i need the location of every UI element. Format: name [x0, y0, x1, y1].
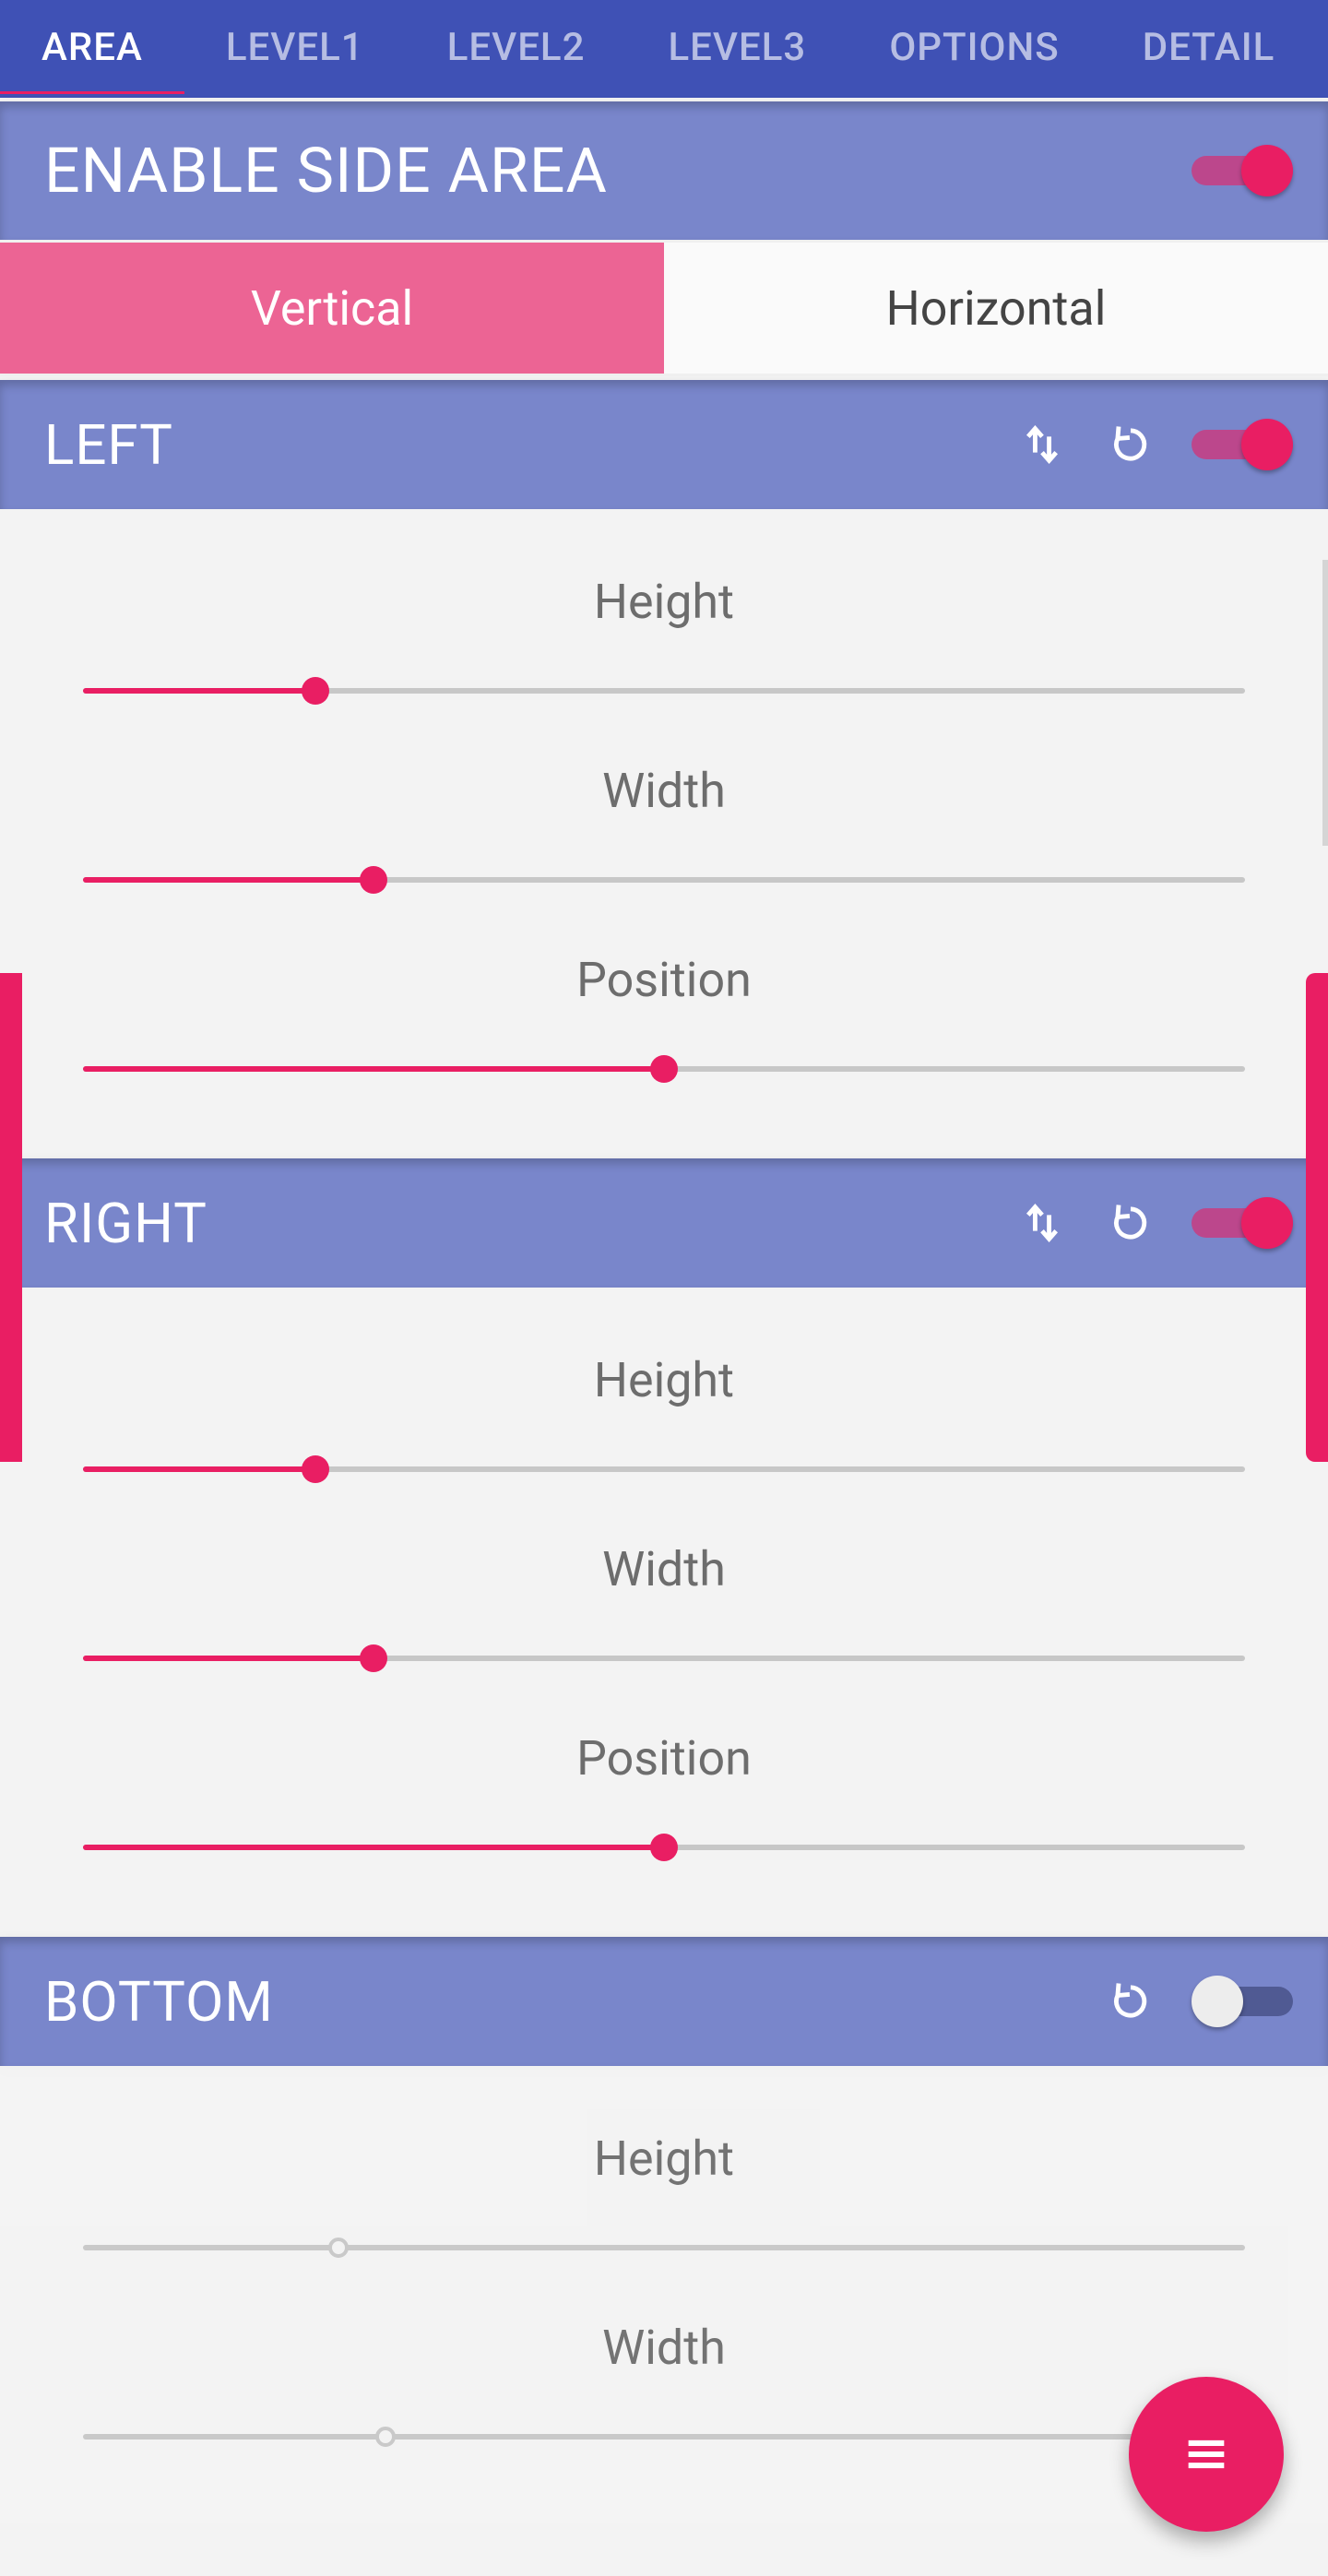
left-position-slider[interactable] — [83, 1052, 1245, 1086]
right-width-label: Width — [83, 1541, 1245, 1597]
orientation-horizontal[interactable]: Horizontal — [664, 243, 1328, 374]
right-position-slider[interactable] — [83, 1831, 1245, 1864]
tab-detail[interactable]: DETAIL — [1101, 0, 1317, 94]
left-position-block: Position — [0, 924, 1328, 1113]
right-width-slider[interactable] — [83, 1642, 1245, 1675]
bottom-toggle[interactable] — [1192, 1976, 1293, 2027]
left-position-label: Position — [83, 952, 1245, 1008]
left-width-label: Width — [83, 763, 1245, 819]
tab-area[interactable]: AREA — [0, 0, 184, 94]
bottom-height-block: Height — [0, 2103, 1328, 2292]
bottom-section-bar: BOTTOM — [0, 1937, 1328, 2066]
left-section-bar: LEFT — [0, 380, 1328, 509]
right-toggle[interactable] — [1192, 1197, 1293, 1249]
scroll-track — [1322, 560, 1328, 846]
right-swap-icon[interactable] — [998, 1179, 1086, 1267]
left-toggle[interactable] — [1192, 419, 1293, 470]
menu-icon — [1180, 2428, 1233, 2481]
bottom-width-label: Width — [83, 2320, 1245, 2376]
left-height-label: Height — [83, 574, 1245, 630]
bottom-height-slider — [83, 2231, 1245, 2264]
tab-level3[interactable]: LEVEL3 — [627, 0, 848, 94]
orientation-vertical[interactable]: Vertical — [0, 243, 664, 374]
left-width-slider[interactable] — [83, 863, 1245, 896]
right-height-label: Height — [83, 1352, 1245, 1408]
tab-level1[interactable]: LEVEL1 — [184, 0, 406, 94]
bottom-width-slider — [83, 2420, 1245, 2453]
right-reset-icon[interactable] — [1086, 1179, 1175, 1267]
orientation-segment: VerticalHorizontal — [0, 240, 1328, 376]
left-reset-icon[interactable] — [1086, 400, 1175, 489]
bottom-title: BOTTOM — [44, 1969, 274, 2035]
tab-options[interactable]: OPTIONS — [848, 0, 1100, 94]
right-position-block: Position — [0, 1703, 1328, 1892]
right-height-slider[interactable] — [83, 1453, 1245, 1486]
enable-toggle[interactable] — [1192, 145, 1293, 196]
bottom-height-label: Height — [83, 2131, 1245, 2187]
left-height-block: Height — [0, 546, 1328, 735]
right-title: RIGHT — [44, 1191, 208, 1256]
right-panel: Height Width Position — [0, 1288, 1328, 1933]
right-width-block: Width — [0, 1514, 1328, 1703]
left-title: LEFT — [44, 412, 173, 478]
tab-level2[interactable]: LEVEL2 — [406, 0, 627, 94]
left-edge-handle[interactable] — [0, 973, 22, 1462]
top-tabs: AREALEVEL1LEVEL2LEVEL3OPTIONSDETAIL — [0, 0, 1328, 98]
enable-side-area-bar: ENABLE SIDE AREA — [0, 101, 1328, 240]
menu-fab[interactable] — [1129, 2377, 1284, 2532]
right-edge-handle[interactable] — [1306, 973, 1328, 1462]
bottom-reset-icon[interactable] — [1086, 1957, 1175, 2046]
left-height-slider[interactable] — [83, 674, 1245, 707]
enable-title: ENABLE SIDE AREA — [44, 134, 608, 208]
right-position-label: Position — [83, 1730, 1245, 1787]
right-section-bar: RIGHT — [0, 1158, 1328, 1288]
left-width-block: Width — [0, 735, 1328, 924]
right-height-block: Height — [0, 1324, 1328, 1514]
left-swap-icon[interactable] — [998, 400, 1086, 489]
left-panel: Height Width Position — [0, 509, 1328, 1155]
